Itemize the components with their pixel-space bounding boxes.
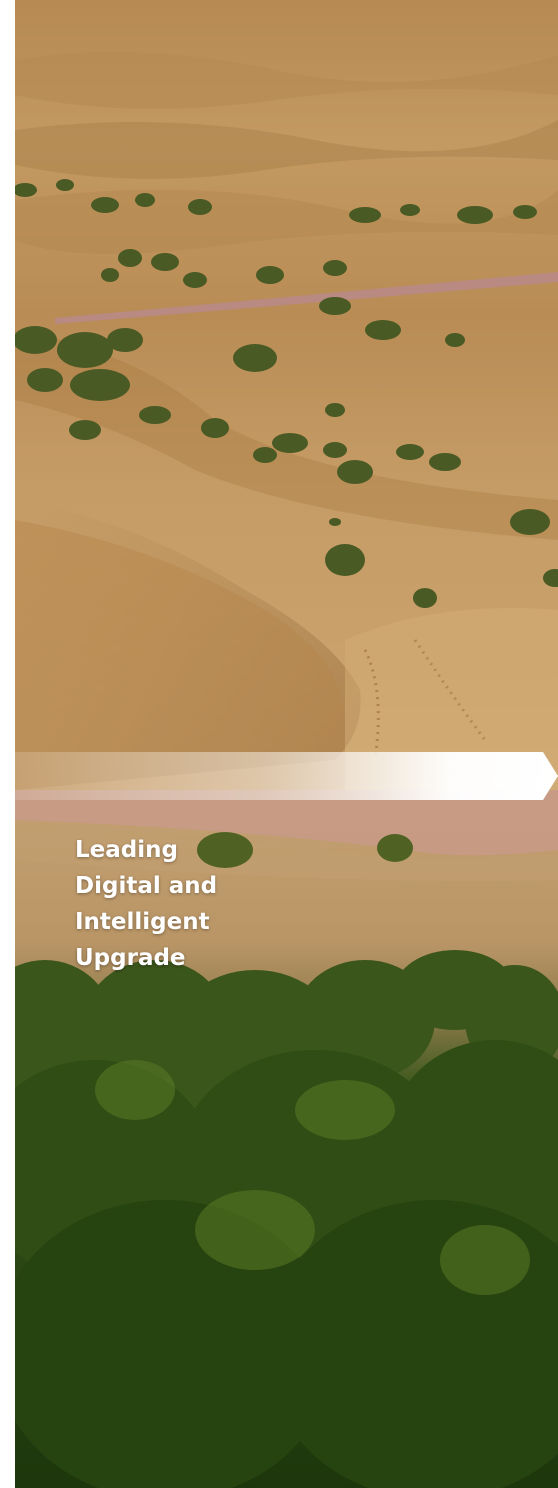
headline-line-2: Digital and [75, 873, 218, 899]
headline-line-3: Intelligent [75, 909, 210, 935]
headline-line-1: Leading [75, 837, 178, 863]
desert-scene [15, 52, 558, 790]
headline-line-4: Upgrade [75, 945, 186, 971]
hero-panel: Leading Digital and Intelligent Upgrade [15, 0, 558, 1488]
hero-headline: Leading Digital and Intelligent Upgrade [75, 832, 315, 976]
desert-photo [15, 0, 558, 790]
